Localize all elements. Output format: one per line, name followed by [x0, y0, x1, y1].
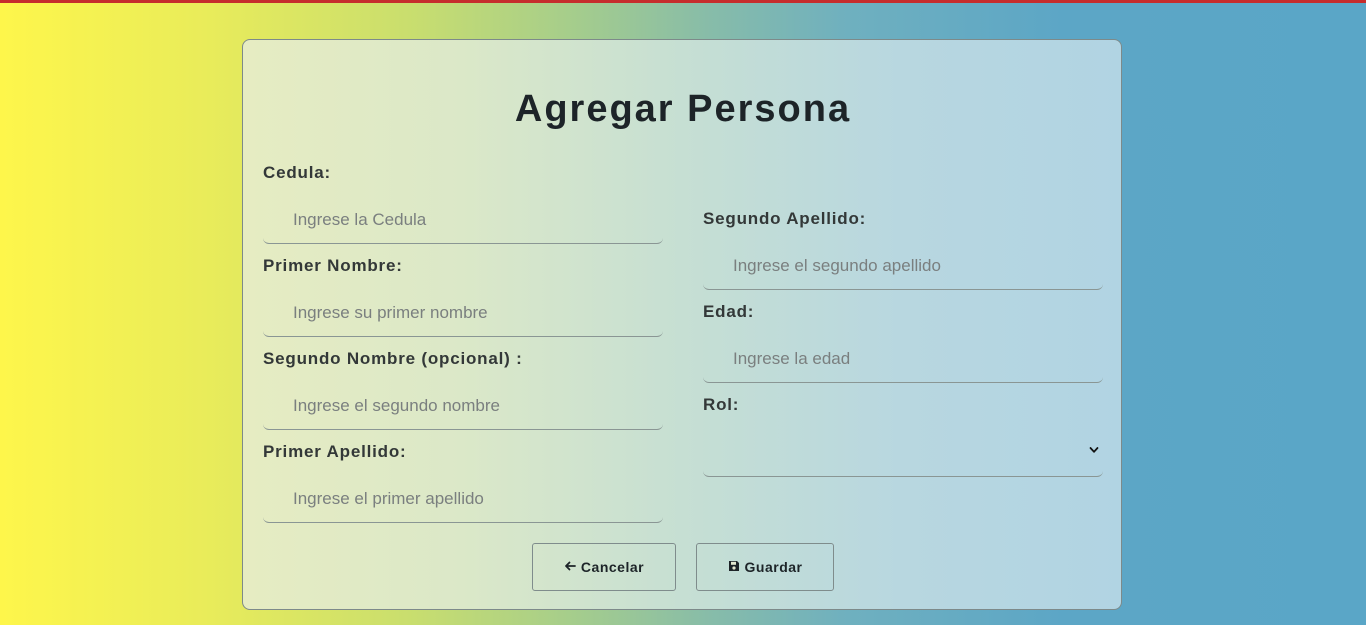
- primer-apellido-input[interactable]: [263, 475, 663, 523]
- cedula-label: Cedula:: [263, 163, 331, 182]
- segundo-apellido-input[interactable]: [703, 242, 1103, 290]
- rol-select[interactable]: [703, 429, 1103, 477]
- save-button-label: Guardar: [744, 559, 803, 575]
- save-button[interactable]: Guardar: [696, 543, 834, 591]
- segundo-nombre-input[interactable]: [263, 382, 663, 430]
- edad-input[interactable]: [703, 335, 1103, 383]
- segundo-nombre-label: Segundo Nombre (opcional) :: [263, 349, 523, 368]
- rol-label: Rol:: [703, 395, 740, 414]
- primer-nombre-input[interactable]: [263, 289, 663, 337]
- add-person-form-card: Agregar Persona Cedula: Primer Nombre: S…: [242, 39, 1122, 610]
- edad-label: Edad:: [703, 302, 755, 321]
- primer-nombre-label: Primer Nombre:: [263, 256, 403, 275]
- floppy-disk-icon: [728, 560, 740, 575]
- top-accent-bar: [0, 0, 1366, 3]
- cancel-button-label: Cancelar: [580, 559, 645, 575]
- cancel-button[interactable]: Cancelar: [532, 543, 676, 591]
- cedula-input[interactable]: [263, 196, 663, 244]
- chevron-down-icon: [1089, 442, 1099, 458]
- page-title: Agregar Persona: [514, 88, 852, 130]
- segundo-apellido-label: Segundo Apellido:: [703, 209, 867, 228]
- primer-apellido-label: Primer Apellido:: [263, 442, 407, 461]
- arrow-left-icon: [564, 560, 576, 575]
